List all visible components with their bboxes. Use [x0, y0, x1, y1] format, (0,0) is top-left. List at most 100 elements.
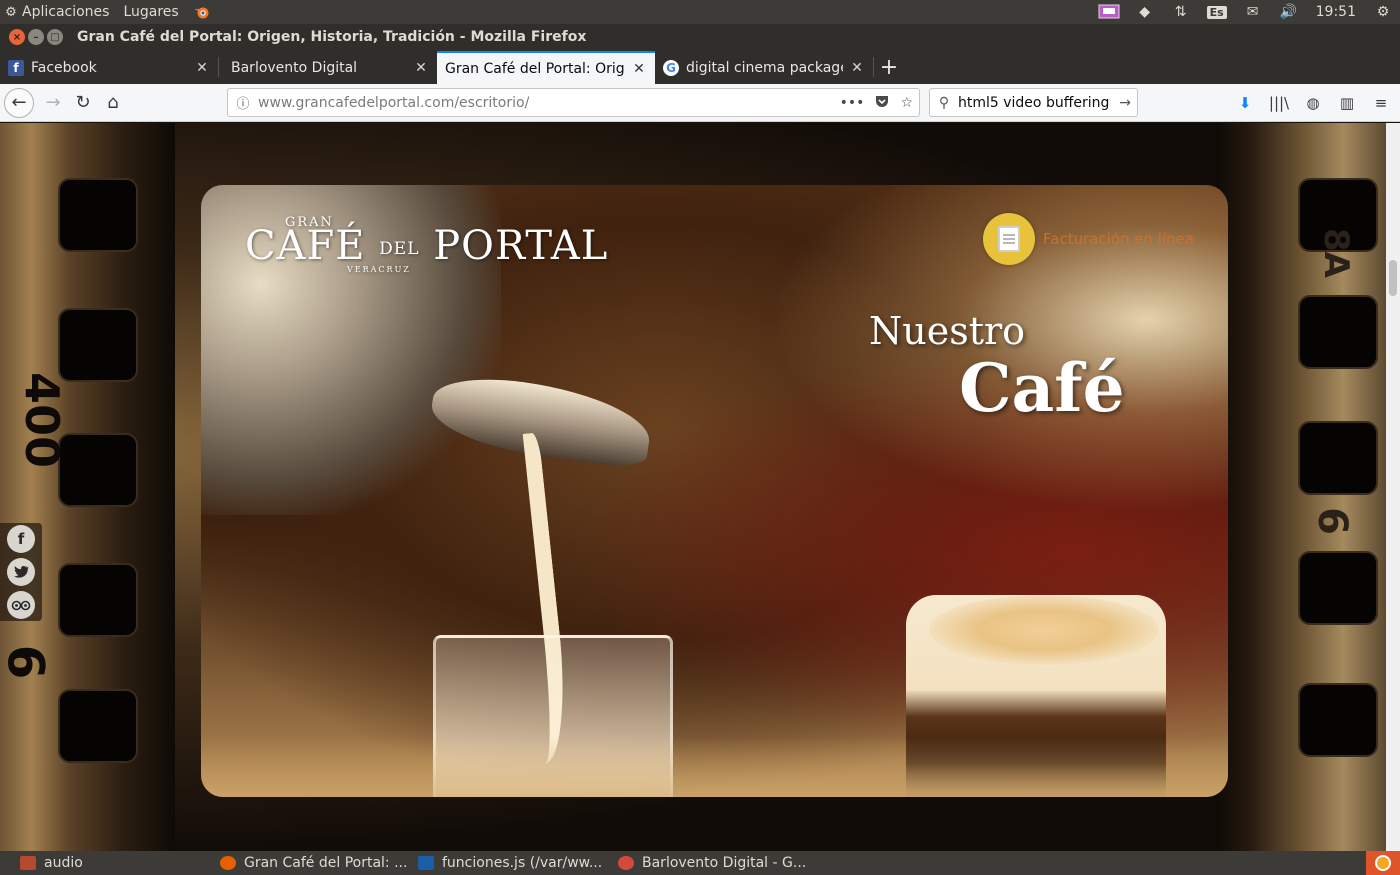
bookmark-star-icon[interactable]: ☆	[900, 95, 913, 111]
film-number: 6	[1308, 507, 1355, 535]
twitter-icon[interactable]	[7, 557, 35, 586]
home-button[interactable]: ⌂	[98, 88, 128, 118]
tripadvisor-icon[interactable]	[7, 590, 35, 619]
task-label: Gran Café del Portal: ...	[244, 855, 408, 871]
close-icon[interactable]: ✕	[849, 60, 865, 76]
window-title-bar: × – □ Gran Café del Portal: Origen, Hist…	[0, 24, 1400, 50]
tab-label: Gran Café del Portal: Origen	[445, 60, 625, 77]
window-controls: × – □	[9, 29, 63, 45]
url-actions: ••• ☆	[840, 89, 913, 116]
hero-heading-line1: Nuestro	[869, 309, 1026, 353]
hamburger-menu-icon[interactable]: ≡	[1370, 92, 1392, 114]
film-sprocket	[1298, 421, 1378, 495]
network-icon[interactable]: ⇅	[1170, 3, 1192, 21]
reload-button[interactable]: ↻	[68, 88, 98, 118]
hero-heading-line2: Café	[959, 349, 1125, 427]
dropbox-icon[interactable]: ◆	[1134, 3, 1156, 21]
social-links: f	[0, 523, 42, 621]
tab-facebook[interactable]: f Facebook ✕	[0, 51, 218, 84]
film-sprocket	[58, 308, 138, 382]
coffee-foam-image	[929, 595, 1159, 665]
search-go-arrow-icon[interactable]: →	[1119, 95, 1131, 111]
task-editor[interactable]: funciones.js (/var/ww...	[418, 851, 608, 875]
clock[interactable]: 19:51	[1314, 4, 1358, 20]
task-chrome[interactable]: Barlovento Digital - G...	[618, 851, 808, 875]
search-bar[interactable]: ⚲ html5 video buffering →	[929, 88, 1138, 117]
film-sprocket	[1298, 295, 1378, 369]
tab-barlovento[interactable]: Barlovento Digital ✕	[219, 51, 437, 84]
film-strip-right: 8A 6	[1216, 123, 1386, 851]
volume-icon[interactable]: 🔊	[1278, 3, 1300, 21]
sidebar-icon[interactable]: ▥	[1336, 92, 1358, 114]
task-label: funciones.js (/var/ww...	[442, 855, 603, 871]
tab-digital-cinema[interactable]: G digital cinema package - ✕	[655, 51, 873, 84]
window-close-button[interactable]: ×	[9, 29, 25, 45]
download-icon[interactable]: ⬇	[1234, 92, 1256, 114]
film-number: 400	[15, 371, 70, 469]
close-icon[interactable]: ✕	[631, 61, 647, 77]
film-number: 8A	[1315, 228, 1356, 278]
task-label: Barlovento Digital - G...	[642, 855, 807, 871]
firefox-tray-icon[interactable]	[1366, 851, 1400, 875]
settings-gear-icon[interactable]: ⚙	[1372, 3, 1394, 21]
navigation-toolbar: ← → ↻ ⌂ ⓘ www.grancafedelportal.com/escr…	[0, 84, 1400, 122]
new-tab-button[interactable]: +	[874, 51, 904, 84]
table-surface-image	[201, 737, 1228, 797]
film-sprocket	[58, 178, 138, 252]
reload-icon: ↻	[75, 92, 91, 113]
library-icon[interactable]: |||\	[1268, 92, 1290, 114]
invoice-icon	[983, 213, 1035, 265]
film-sprocket	[58, 433, 138, 507]
forward-button[interactable]: →	[38, 88, 68, 118]
url-bar[interactable]: ⓘ www.grancafedelportal.com/escritorio/ …	[227, 88, 920, 117]
tab-strip: f Facebook ✕ Barlovento Digital ✕ Gran C…	[0, 50, 1400, 84]
mail-icon[interactable]: ✉	[1242, 3, 1264, 21]
billing-online-link[interactable]: Facturación en línea	[983, 213, 1194, 265]
facebook-icon[interactable]: f	[7, 525, 35, 554]
film-sprocket	[58, 689, 138, 763]
film-sprocket	[1298, 683, 1378, 757]
text-editor-icon	[418, 856, 434, 870]
task-firefox[interactable]: Gran Café del Portal: ...	[220, 851, 410, 875]
film-number: 6	[0, 644, 55, 680]
keyboard-layout-label: Es	[1206, 5, 1227, 19]
sync-icon[interactable]: ◍	[1302, 92, 1324, 114]
screen-share-icon[interactable]	[1098, 3, 1120, 21]
hero-video-frame[interactable]: GRAN CAFÉ DEL PORTAL VERACRUZ Facturació…	[201, 185, 1228, 797]
window-minimize-button[interactable]: –	[28, 29, 44, 45]
task-label: audio	[44, 855, 83, 871]
ubuntu-menu-icon[interactable]: ⚙	[0, 5, 22, 20]
billing-label: Facturación en línea	[1043, 230, 1195, 248]
firefox-icon	[220, 856, 236, 870]
tab-label: Facebook	[31, 59, 97, 76]
window-maximize-button[interactable]: □	[47, 29, 63, 45]
blender-icon[interactable]	[193, 4, 211, 20]
url-path: /escritorio/	[454, 94, 530, 111]
page-actions-icon[interactable]: •••	[840, 95, 865, 111]
page-viewport: 400 6 8A 6 GRAN CAFÉ DEL PORTAL VERACRUZ…	[0, 123, 1386, 851]
page-scrollbar-thumb[interactable]	[1389, 260, 1397, 296]
search-query: html5 video buffering	[958, 94, 1110, 111]
search-icon: ⚲	[938, 94, 950, 111]
tab-label: digital cinema package -	[686, 59, 843, 76]
film-sprocket	[58, 563, 138, 637]
bottom-taskbar: audio Gran Café del Portal: ... funcione…	[0, 851, 1400, 875]
pocket-icon[interactable]	[874, 93, 890, 113]
arrow-left-icon: ←	[11, 92, 27, 113]
logo-city: VERACRUZ	[347, 265, 411, 274]
close-icon[interactable]: ✕	[413, 60, 429, 76]
tab-label: Barlovento Digital	[231, 59, 358, 76]
back-button[interactable]: ←	[4, 87, 34, 118]
keyboard-layout-indicator[interactable]: Es	[1206, 3, 1228, 21]
page-scrollbar[interactable]	[1386, 123, 1400, 851]
site-info-icon[interactable]: ⓘ	[228, 93, 258, 112]
chrome-icon	[618, 856, 634, 870]
menu-aplicaciones[interactable]: Aplicaciones	[22, 4, 109, 20]
task-audio[interactable]: audio	[20, 851, 200, 875]
logo-del: DEL	[379, 239, 420, 259]
logo-portal: PORTAL	[433, 223, 609, 269]
tab-gran-cafe[interactable]: Gran Café del Portal: Origen ✕	[437, 51, 655, 84]
menu-lugares[interactable]: Lugares	[123, 4, 178, 20]
facebook-icon: f	[8, 59, 24, 76]
close-icon[interactable]: ✕	[194, 60, 210, 76]
